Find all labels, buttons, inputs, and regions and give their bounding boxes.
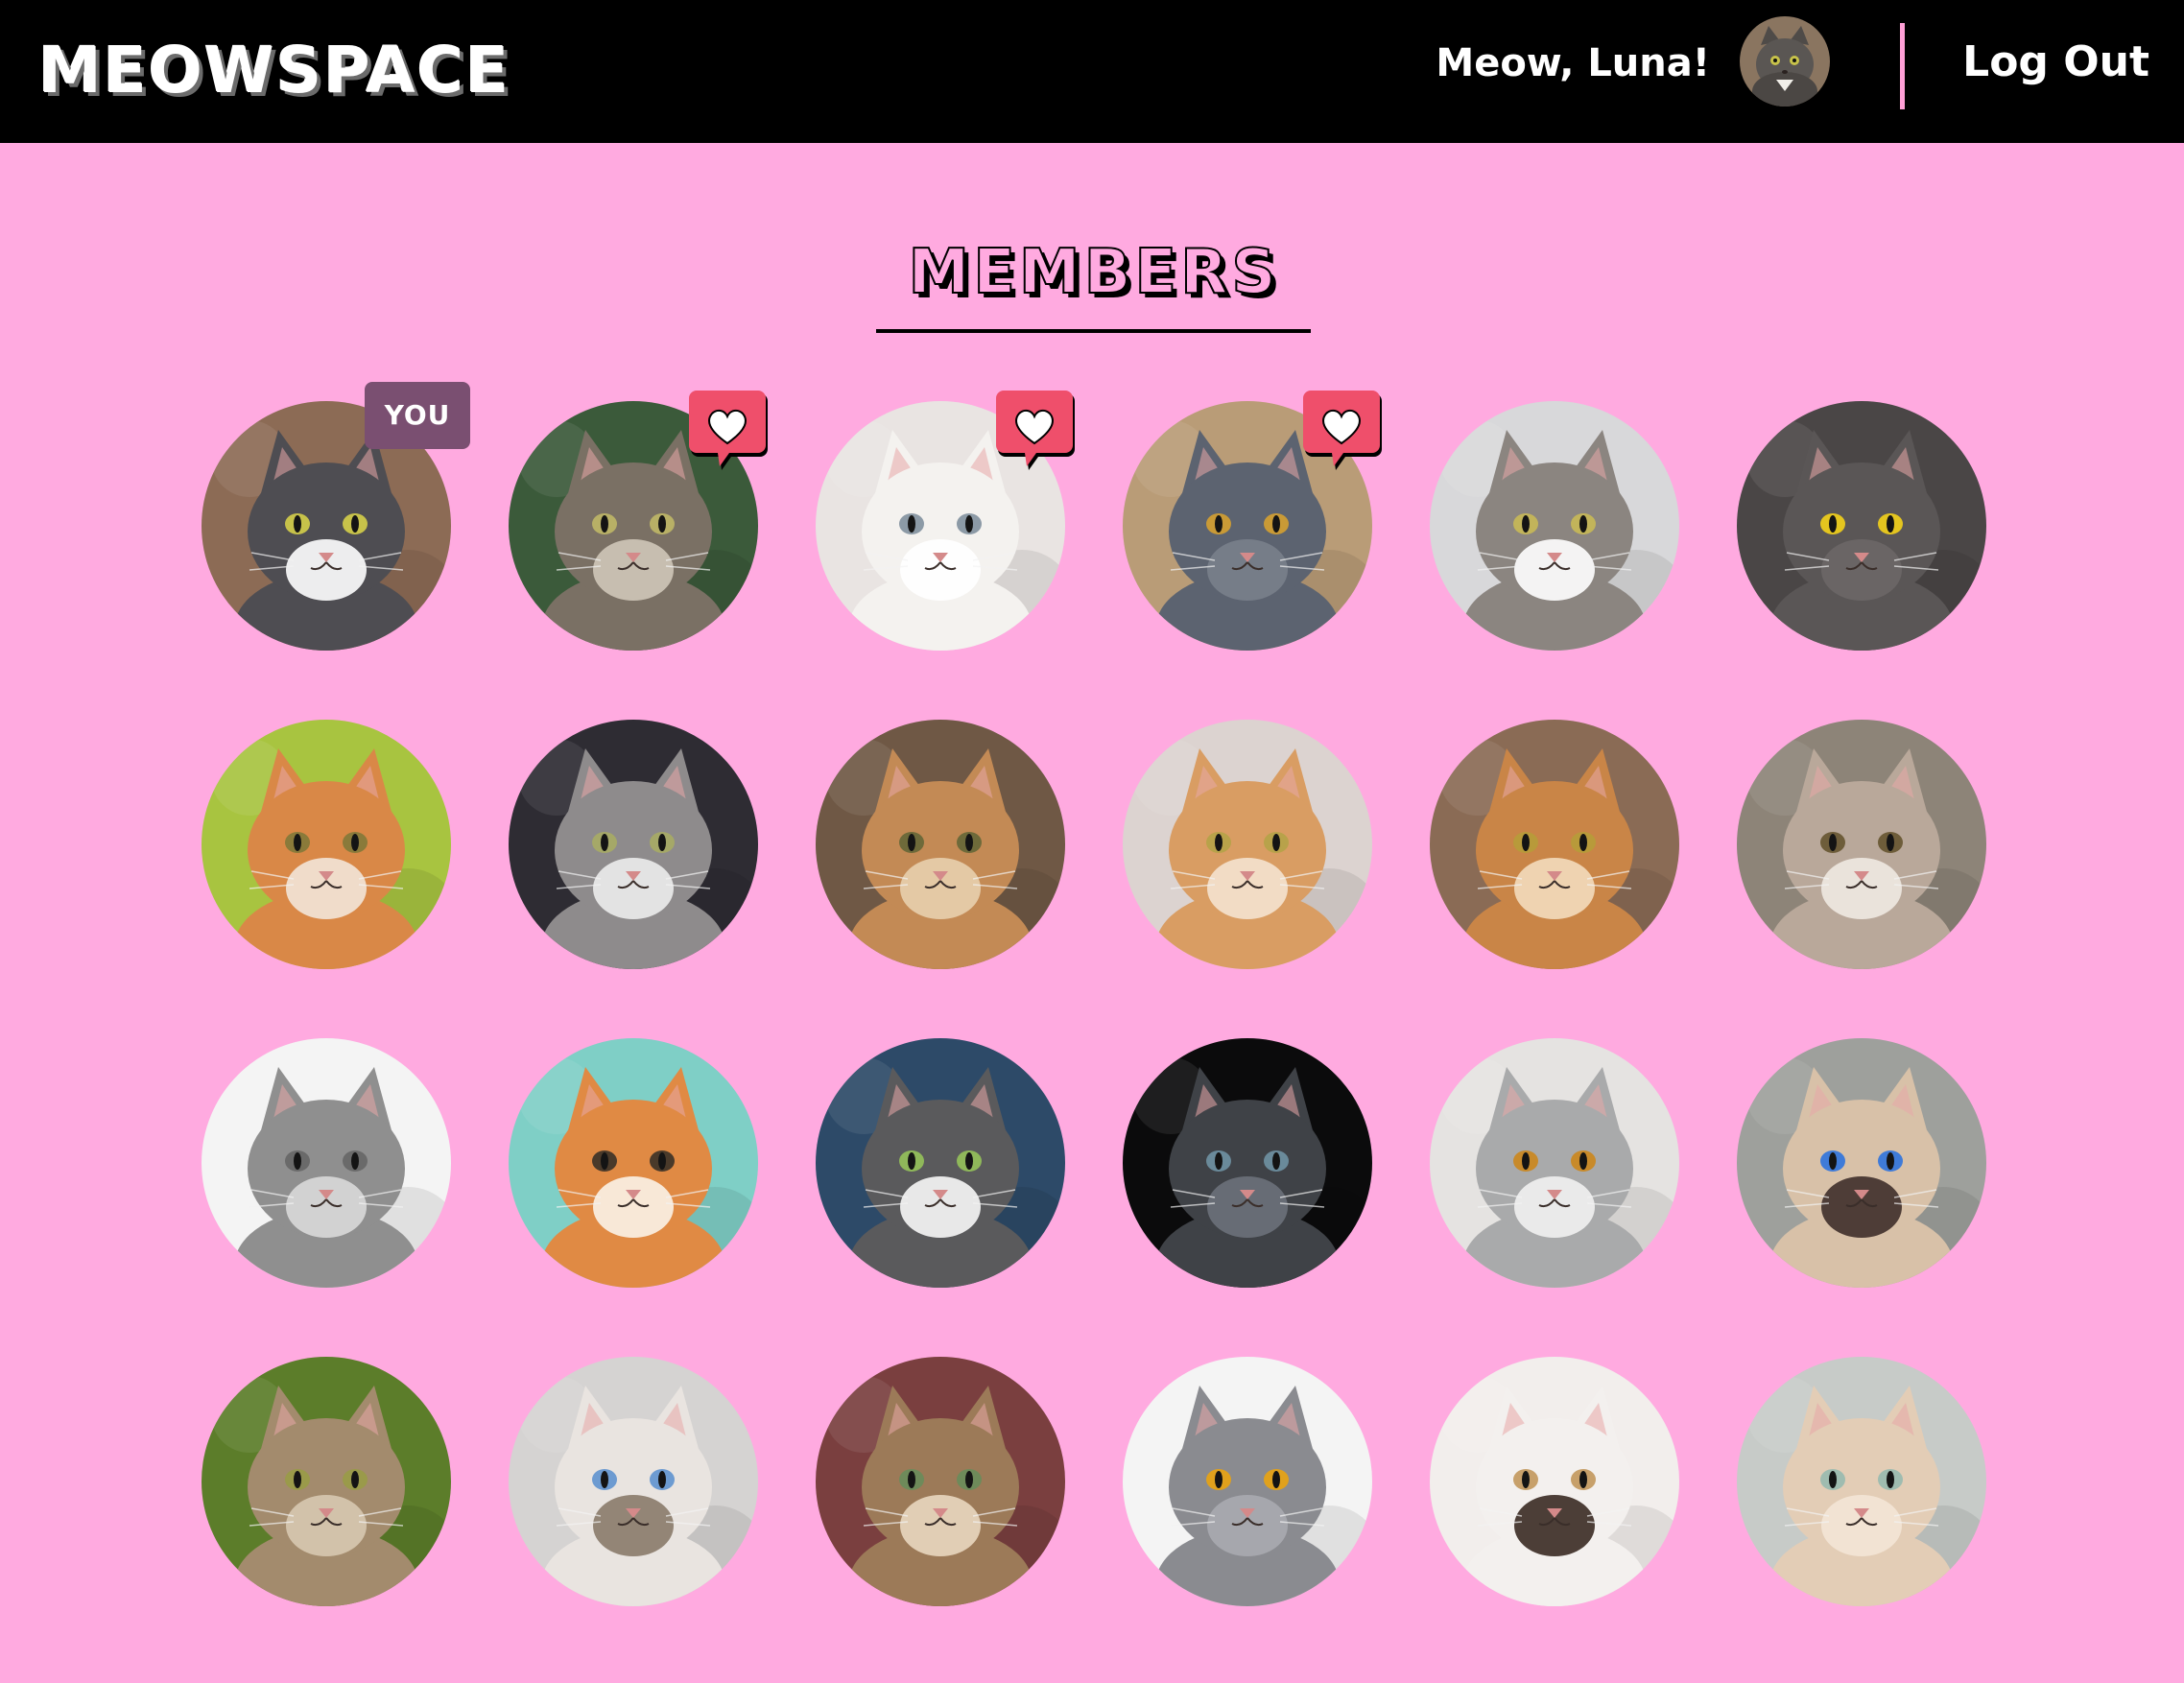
- header-divider: [1900, 23, 1905, 109]
- member-card[interactable]: [1737, 720, 1986, 969]
- member-card[interactable]: [1737, 1357, 1986, 1606]
- member-card[interactable]: [1430, 1038, 1679, 1288]
- member-avatar[interactable]: [1737, 1357, 1986, 1606]
- heart-icon[interactable]: [1303, 390, 1384, 472]
- member-card[interactable]: [1737, 1038, 1986, 1288]
- member-avatar[interactable]: [509, 720, 758, 969]
- member-avatar[interactable]: [1123, 1357, 1372, 1606]
- member-avatar[interactable]: [816, 720, 1065, 969]
- member-card[interactable]: [816, 391, 1075, 651]
- heart-icon[interactable]: [996, 390, 1077, 472]
- member-card[interactable]: [1123, 391, 1382, 651]
- member-card[interactable]: YOU: [202, 382, 470, 651]
- member-avatar[interactable]: [1123, 1038, 1372, 1288]
- member-avatar[interactable]: [1737, 401, 1986, 651]
- member-card[interactable]: [1123, 1038, 1372, 1288]
- heart-icon[interactable]: [689, 390, 770, 472]
- top-navbar: MEOWSPACE Meow, Luna! Log Out: [0, 0, 2184, 143]
- members-grid: YOU: [202, 382, 1986, 1610]
- you-badge: YOU: [365, 382, 470, 449]
- member-card[interactable]: [202, 1357, 451, 1606]
- member-card[interactable]: [509, 1357, 758, 1606]
- member-avatar[interactable]: [1430, 1038, 1679, 1288]
- member-card[interactable]: [1430, 401, 1679, 651]
- member-avatar[interactable]: [1123, 720, 1372, 969]
- member-card[interactable]: [1430, 720, 1679, 969]
- user-avatar[interactable]: [1740, 16, 1830, 107]
- member-card[interactable]: [816, 1038, 1065, 1288]
- member-avatar[interactable]: [816, 1038, 1065, 1288]
- page-title: MEMBERS: [908, 236, 1280, 309]
- member-avatar[interactable]: [509, 1357, 758, 1606]
- site-logo[interactable]: MEOWSPACE: [37, 33, 510, 109]
- member-avatar[interactable]: [1737, 720, 1986, 969]
- title-underline: [876, 329, 1311, 333]
- member-avatar[interactable]: [509, 1038, 758, 1288]
- member-card[interactable]: [509, 391, 768, 651]
- member-avatar[interactable]: [202, 1038, 451, 1288]
- member-avatar[interactable]: [1430, 1357, 1679, 1606]
- member-avatar[interactable]: [1430, 720, 1679, 969]
- member-avatar[interactable]: [202, 1357, 451, 1606]
- member-card[interactable]: [509, 1038, 758, 1288]
- member-avatar[interactable]: [816, 1357, 1065, 1606]
- member-card[interactable]: [1430, 1357, 1679, 1606]
- member-card[interactable]: [1123, 1357, 1372, 1606]
- member-card[interactable]: [816, 720, 1065, 969]
- member-avatar[interactable]: [1737, 1038, 1986, 1288]
- greeting-text: Meow, Luna!: [1436, 41, 1710, 85]
- member-card[interactable]: [509, 720, 758, 969]
- member-card[interactable]: [1737, 401, 1986, 651]
- member-avatar[interactable]: [202, 720, 451, 969]
- member-card[interactable]: [1123, 720, 1372, 969]
- member-card[interactable]: [202, 720, 451, 969]
- cat-avatar-icon: [1740, 16, 1830, 107]
- logout-button[interactable]: Log Out: [1962, 35, 2149, 90]
- member-card[interactable]: [202, 1038, 451, 1288]
- member-card[interactable]: [816, 1357, 1065, 1606]
- member-avatar[interactable]: [1430, 401, 1679, 651]
